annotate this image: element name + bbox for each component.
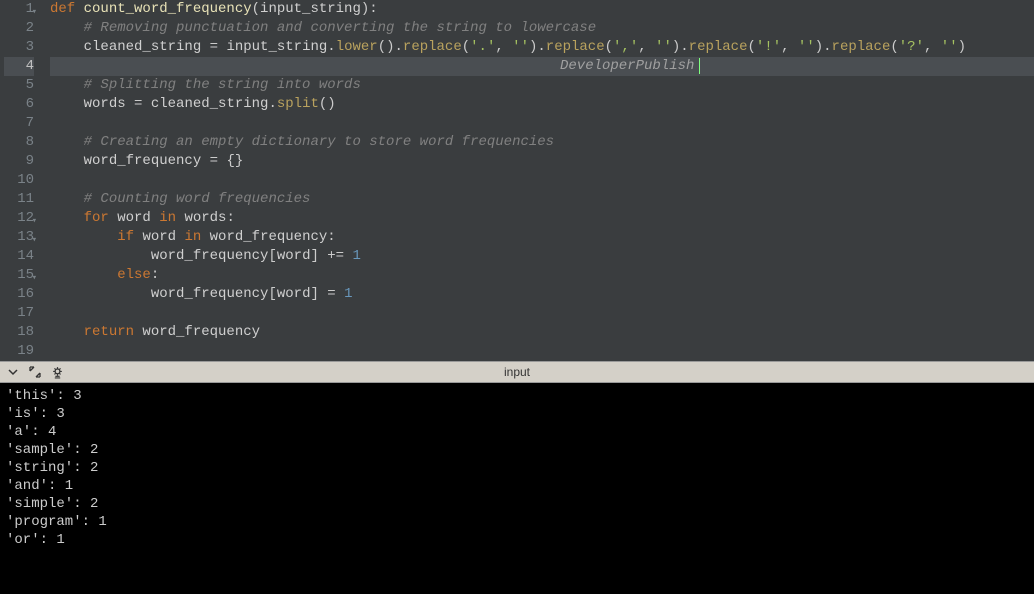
- terminal-line: 'or': 1: [6, 531, 1028, 549]
- code-line[interactable]: # Creating an empty dictionary to store …: [50, 133, 1034, 152]
- line-number: 3: [4, 38, 34, 57]
- line-number: 11: [4, 190, 34, 209]
- code-line[interactable]: [50, 304, 1034, 323]
- line-number: 14: [4, 247, 34, 266]
- code-line[interactable]: words = cleaned_string.split(): [50, 95, 1034, 114]
- line-number: 15▾: [4, 266, 34, 285]
- code-line[interactable]: # Counting word frequencies: [50, 190, 1034, 209]
- code-line[interactable]: # Removing punctuation and converting th…: [50, 19, 1034, 38]
- code-line[interactable]: [50, 114, 1034, 133]
- code-line[interactable]: word_frequency = {}: [50, 152, 1034, 171]
- code-editor[interactable]: 1▾23456789101112▾13▾1415▾16171819 def co…: [0, 0, 1034, 361]
- code-line[interactable]: [50, 342, 1034, 361]
- terminal-output[interactable]: 'this': 3'is': 3'a': 4'sample': 2'string…: [0, 383, 1034, 594]
- code-line[interactable]: # Splitting the string into words: [50, 76, 1034, 95]
- terminal-line: 'and': 1: [6, 477, 1028, 495]
- code-line[interactable]: def count_word_frequency(input_string):: [50, 0, 1034, 19]
- code-line[interactable]: for word in words:: [50, 209, 1034, 228]
- terminal-line: 'program': 1: [6, 513, 1028, 531]
- code-content[interactable]: def count_word_frequency(input_string): …: [42, 0, 1034, 361]
- terminal-line: [6, 549, 1028, 567]
- line-number: 13▾: [4, 228, 34, 247]
- terminal-line: [6, 585, 1028, 594]
- terminal-line: 'string': 2: [6, 459, 1028, 477]
- line-number: 4: [4, 57, 34, 76]
- code-line[interactable]: word_frequency[word] += 1: [50, 247, 1034, 266]
- code-line[interactable]: [50, 171, 1034, 190]
- terminal-line: 'simple': 2: [6, 495, 1028, 513]
- code-line[interactable]: cleaned_string = input_string.lower().re…: [50, 38, 1034, 57]
- line-number: 8: [4, 133, 34, 152]
- line-number: 17: [4, 304, 34, 323]
- line-number: 12▾: [4, 209, 34, 228]
- text-cursor: [699, 58, 700, 74]
- line-number: 18: [4, 323, 34, 342]
- line-number: 7: [4, 114, 34, 133]
- line-number: 1▾: [4, 0, 34, 19]
- terminal-line: [6, 567, 1028, 585]
- line-number: 9: [4, 152, 34, 171]
- terminal-line: 'sample': 2: [6, 441, 1028, 459]
- pane-title: input: [504, 365, 530, 379]
- settings-icon[interactable]: [50, 365, 64, 379]
- chevron-down-icon[interactable]: [6, 365, 20, 379]
- watermark-text: DeveloperPublish: [560, 57, 694, 76]
- terminal-line: 'is': 3: [6, 405, 1028, 423]
- terminal-line: 'a': 4: [6, 423, 1028, 441]
- code-line[interactable]: word_frequency[word] = 1: [50, 285, 1034, 304]
- code-line[interactable]: if word in word_frequency:: [50, 228, 1034, 247]
- code-line[interactable]: else:: [50, 266, 1034, 285]
- line-number: 5: [4, 76, 34, 95]
- pane-divider[interactable]: input: [0, 361, 1034, 383]
- line-number: 10: [4, 171, 34, 190]
- line-number: 19: [4, 342, 34, 361]
- line-number: 6: [4, 95, 34, 114]
- expand-icon[interactable]: [28, 365, 42, 379]
- line-number: 2: [4, 19, 34, 38]
- code-line[interactable]: DeveloperPublish: [50, 57, 1034, 76]
- line-number-gutter: 1▾23456789101112▾13▾1415▾16171819: [0, 0, 42, 361]
- line-number: 16: [4, 285, 34, 304]
- code-line[interactable]: return word_frequency: [50, 323, 1034, 342]
- terminal-line: 'this': 3: [6, 387, 1028, 405]
